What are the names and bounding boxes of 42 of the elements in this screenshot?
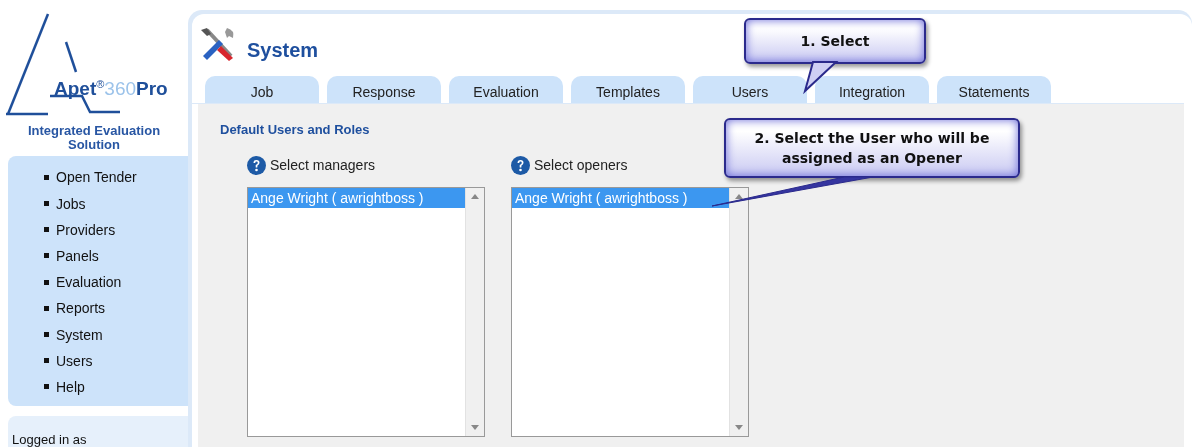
sidebar-link[interactable]: Panels	[56, 247, 99, 264]
tab[interactable]: Integration	[815, 76, 929, 103]
help-icon[interactable]	[511, 155, 530, 175]
logo-tagline: Integrated Evaluation Solution	[26, 124, 162, 152]
page-title: System	[247, 39, 319, 62]
sidebar-link[interactable]: Jobs	[56, 195, 86, 212]
section-heading: Default Users and Roles	[220, 122, 371, 137]
bullet-icon	[44, 384, 49, 390]
scrollbar[interactable]	[729, 188, 748, 436]
tab[interactable]: Response	[327, 76, 441, 103]
tab[interactable]: Job	[205, 76, 319, 103]
sidebar-link[interactable]: Evaluation	[56, 274, 122, 291]
logo-wordmark: Apet$^{®}$360Pro	[54, 78, 168, 101]
bullet-icon	[44, 253, 49, 259]
bullet-icon	[44, 358, 49, 364]
sidebar-link[interactable]: Reports	[56, 300, 106, 317]
bullet-icon	[44, 201, 49, 207]
scroll-up-icon[interactable]	[471, 194, 479, 199]
list-label: Select openers	[534, 157, 628, 173]
sidebar-link[interactable]: Open Tender	[56, 169, 137, 186]
bullet-icon	[44, 332, 49, 338]
bullet-icon	[44, 227, 49, 233]
sidebar-link[interactable]: Providers	[56, 221, 116, 238]
callout-text: 2. Select the User who will be assigned as an Opener	[753, 129, 991, 168]
tab[interactable]: Evaluation	[449, 76, 563, 103]
scroll-down-icon[interactable]	[471, 425, 479, 430]
callout-text: 1. Select	[800, 32, 870, 51]
bullet-icon	[44, 279, 49, 285]
tab[interactable]: Templates	[571, 76, 685, 103]
bullet-icon	[44, 305, 49, 311]
tab[interactable]: Statements	[937, 76, 1051, 103]
sidebar-link[interactable]: Users	[56, 352, 93, 369]
scroll-down-icon[interactable]	[735, 425, 743, 430]
login-label: Logged in as	[12, 432, 87, 447]
list-label: Select managers	[270, 157, 376, 173]
scroll-up-icon[interactable]	[735, 194, 743, 199]
help-icon[interactable]	[247, 155, 266, 175]
bullet-icon	[44, 174, 49, 180]
scrollbar[interactable]	[465, 188, 484, 436]
sidebar-link[interactable]: Help	[56, 378, 85, 395]
sidebar-link[interactable]: System	[56, 326, 103, 343]
tab[interactable]: Users	[693, 76, 807, 103]
